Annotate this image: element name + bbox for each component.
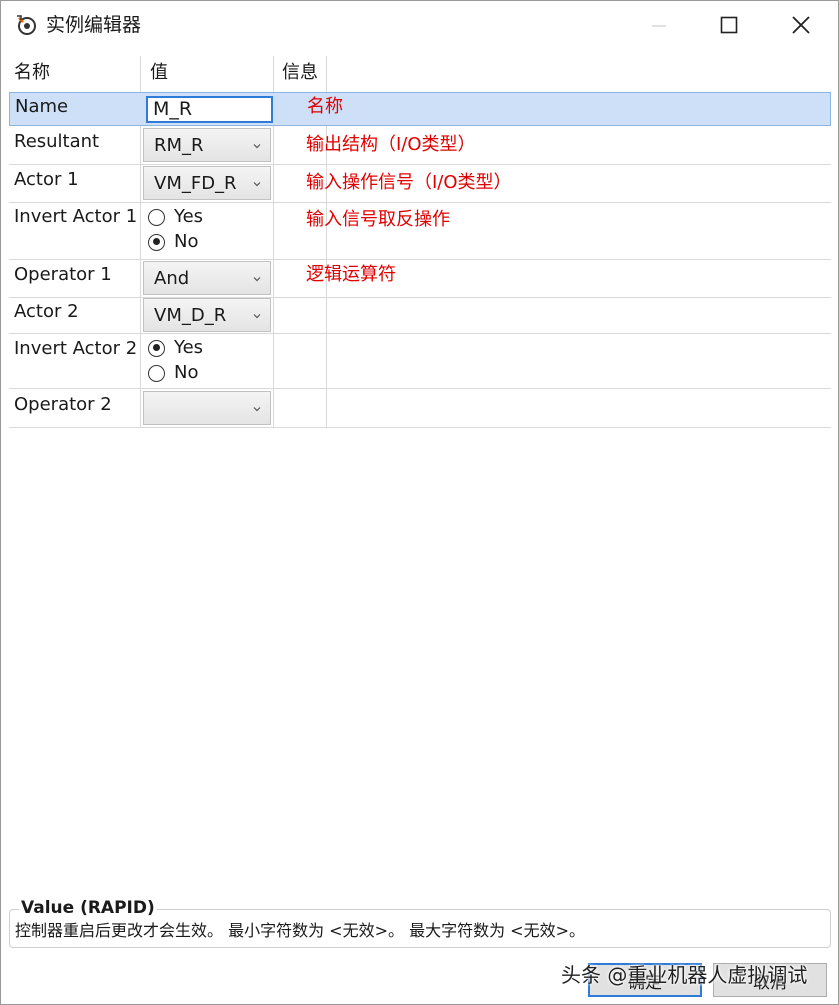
grid-row-actor-1[interactable]: Actor 1 VM_FD_R 输入操作信号（I/O类型） <box>9 165 831 202</box>
name-value-input[interactable]: M_R <box>146 96 273 123</box>
window-title: 实例编辑器 <box>46 14 142 36</box>
row-info: 名称 <box>307 96 343 117</box>
actor-1-combobox[interactable]: VM_FD_R <box>143 166 271 200</box>
invert-actor-2-no-radio[interactable]: No <box>148 362 198 384</box>
radio-label: Yes <box>174 206 204 227</box>
row-divider <box>9 427 831 428</box>
row-label: Operator 1 <box>14 264 112 285</box>
grid-row-actor-2[interactable]: Actor 2 VM_D_R <box>9 298 831 333</box>
radio-circle-selected <box>148 339 165 357</box>
close-icon <box>792 16 810 34</box>
close-button[interactable] <box>765 1 837 49</box>
grid-row-name[interactable]: Name M_R 名称 <box>9 92 831 126</box>
radio-label: No <box>174 231 199 252</box>
grid-row-operator-1[interactable]: Operator 1 And 逻辑运算符 <box>9 260 831 297</box>
operator-1-combobox[interactable]: And <box>143 261 271 295</box>
maximize-icon <box>720 16 738 34</box>
operator-2-combobox[interactable] <box>143 391 271 425</box>
row-info: 输入信号取反操作 <box>306 209 450 230</box>
column-header-info[interactable]: 信息 <box>282 61 318 85</box>
chevron-down-icon <box>253 182 261 187</box>
row-info: 输入操作信号（I/O类型） <box>306 172 512 193</box>
radio-circle <box>148 364 165 382</box>
combo-value: VM_D_R <box>154 305 227 326</box>
combo-value: VM_FD_R <box>154 173 237 194</box>
row-label: Resultant <box>14 131 100 152</box>
property-grid: 名称 值 信息 Name M_R 名称 Resultant RM_R 输出结构（… <box>9 56 831 428</box>
radio-circle <box>148 208 165 226</box>
grid-row-operator-2[interactable]: Operator 2 <box>9 389 831 427</box>
description-title: Value (RAPID) <box>19 897 157 919</box>
resultant-combobox[interactable]: RM_R <box>143 128 271 162</box>
title-bar: 实例编辑器 <box>1 1 838 49</box>
chevron-down-icon <box>253 277 261 282</box>
column-header-value[interactable]: 值 <box>150 61 168 85</box>
description-text: 控制器重启后更改才会生效。 最小字符数为 <无效>。 最大字符数为 <无效>。 <box>15 921 585 940</box>
chevron-down-icon <box>253 144 261 149</box>
rapid-gear-icon <box>17 15 36 35</box>
grid-row-resultant[interactable]: Resultant RM_R 输出结构（I/O类型） <box>9 126 831 164</box>
chevron-down-icon <box>253 407 261 412</box>
instance-editor-window: 实例编辑器 名称 值 信息 Name M_R 名称 Resultant RM_R… <box>0 0 839 1005</box>
row-label: Actor 1 <box>14 169 79 190</box>
combo-value: RM_R <box>154 135 204 156</box>
maximize-button[interactable] <box>693 1 765 49</box>
grid-row-invert-actor-2[interactable]: Invert Actor 2 Yes No <box>9 334 831 388</box>
invert-actor-2-yes-radio[interactable]: Yes <box>148 337 203 359</box>
row-info: 输出结构（I/O类型） <box>306 134 476 155</box>
radio-circle-selected <box>148 233 165 251</box>
radio-label: Yes <box>174 337 204 358</box>
row-label: Actor 2 <box>14 301 79 322</box>
minimize-icon <box>652 25 666 27</box>
row-label: Operator 2 <box>14 394 112 415</box>
invert-actor-1-yes-radio[interactable]: Yes <box>148 206 203 228</box>
minimize-button[interactable] <box>623 1 695 49</box>
chevron-down-icon <box>253 314 261 319</box>
invert-actor-1-no-radio[interactable]: No <box>148 231 198 253</box>
row-label: Name <box>15 96 69 117</box>
actor-2-combobox[interactable]: VM_D_R <box>143 298 271 332</box>
column-header-name[interactable]: 名称 <box>14 61 50 85</box>
row-info: 逻辑运算符 <box>306 264 396 285</box>
watermark-text: 头条 @重业机器人虚拟调试 <box>561 963 808 987</box>
row-label: Invert Actor 2 <box>14 338 138 359</box>
grid-row-invert-actor-1[interactable]: Invert Actor 1 Yes No 输入信号取反操作 <box>9 203 831 259</box>
combo-value: And <box>154 268 190 289</box>
row-label: Invert Actor 1 <box>14 206 138 227</box>
radio-label: No <box>174 362 199 383</box>
